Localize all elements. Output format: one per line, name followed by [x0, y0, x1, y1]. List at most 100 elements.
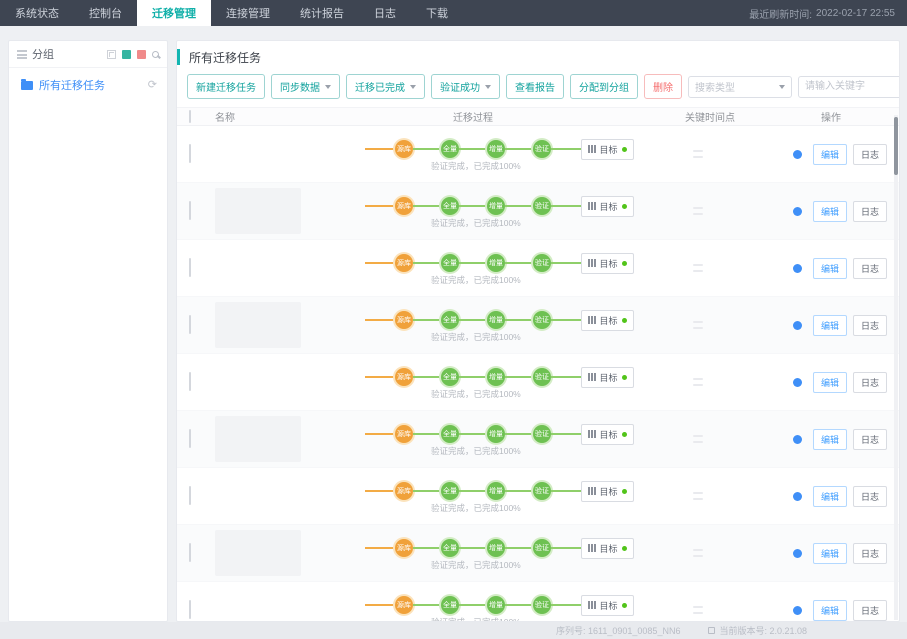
row-checkbox[interactable] [189, 144, 191, 163]
search-group-icon[interactable] [152, 50, 159, 58]
step-incremental[interactable]: 增量 [487, 482, 505, 500]
log-button[interactable]: 日志 [852, 485, 887, 507]
step-verify[interactable]: 验证 [533, 425, 551, 443]
step-verify[interactable]: 验证 [533, 482, 551, 500]
step-full[interactable]: 全量 [441, 197, 459, 215]
step-verify[interactable]: 验证 [533, 140, 551, 158]
row-checkbox[interactable] [189, 372, 191, 391]
delete-button[interactable]: 删除 [644, 74, 682, 99]
step-verify[interactable]: 验证 [533, 539, 551, 557]
refresh-icon[interactable]: ⟳ [148, 79, 157, 91]
info-icon[interactable] [793, 548, 802, 558]
nav-item-migration[interactable]: 迁移管理 [137, 0, 211, 26]
edit-button[interactable]: 编辑 [812, 257, 847, 279]
step-full[interactable]: 全量 [441, 482, 459, 500]
info-icon[interactable] [793, 434, 802, 444]
target-node[interactable]: 目标 [581, 423, 634, 445]
info-icon[interactable] [793, 320, 802, 330]
step-source[interactable]: 源库 [395, 539, 413, 557]
select-all-checkbox[interactable] [189, 110, 191, 123]
step-full[interactable]: 全量 [441, 254, 459, 272]
delete-group-icon[interactable] [137, 49, 146, 59]
view-report-button[interactable]: 查看报告 [506, 74, 564, 99]
edit-button[interactable]: 编辑 [812, 200, 847, 222]
log-button[interactable]: 日志 [852, 542, 887, 564]
step-source[interactable]: 源库 [395, 368, 413, 386]
info-icon[interactable] [793, 149, 802, 159]
step-incremental[interactable]: 增量 [487, 311, 505, 329]
row-checkbox[interactable] [189, 315, 191, 334]
step-source[interactable]: 源库 [395, 254, 413, 272]
step-incremental[interactable]: 增量 [487, 140, 505, 158]
target-node[interactable]: 目标 [581, 537, 634, 559]
step-full[interactable]: 全量 [441, 539, 459, 557]
log-button[interactable]: 日志 [852, 428, 887, 450]
view-grid-icon[interactable] [107, 49, 116, 59]
step-verify[interactable]: 验证 [533, 254, 551, 272]
step-source[interactable]: 源库 [395, 140, 413, 158]
row-checkbox[interactable] [189, 429, 191, 448]
nav-item-connections[interactable]: 连接管理 [211, 0, 285, 26]
assign-group-button[interactable]: 分配到分组 [570, 74, 638, 99]
edit-button[interactable]: 编辑 [812, 599, 847, 621]
edit-button[interactable]: 编辑 [812, 143, 847, 165]
step-incremental[interactable]: 增量 [487, 425, 505, 443]
edit-button[interactable]: 编辑 [812, 485, 847, 507]
info-icon[interactable] [793, 377, 802, 387]
nav-item-console[interactable]: 控制台 [74, 0, 137, 26]
edit-button[interactable]: 编辑 [812, 314, 847, 336]
sidebar-item-all-tasks[interactable]: 所有迁移任务 ⟳ [9, 68, 167, 93]
add-group-icon[interactable] [122, 49, 131, 59]
target-node[interactable]: 目标 [581, 309, 634, 331]
step-incremental[interactable]: 增量 [487, 596, 505, 614]
step-source[interactable]: 源库 [395, 197, 413, 215]
nav-item-reports[interactable]: 统计报告 [285, 0, 359, 26]
log-button[interactable]: 日志 [852, 200, 887, 222]
scrollbar-thumb[interactable] [894, 117, 898, 175]
info-icon[interactable] [793, 206, 802, 216]
nav-item-logs[interactable]: 日志 [359, 0, 411, 26]
filter-sync-data-dropdown[interactable]: 同步数据 [271, 74, 340, 99]
info-icon[interactable] [793, 263, 802, 273]
target-node[interactable]: 目标 [581, 480, 634, 502]
log-button[interactable]: 日志 [852, 314, 887, 336]
log-button[interactable]: 日志 [852, 599, 887, 621]
edit-button[interactable]: 编辑 [812, 428, 847, 450]
step-full[interactable]: 全量 [441, 596, 459, 614]
search-input[interactable] [798, 75, 899, 98]
scrollbar[interactable] [894, 115, 898, 620]
target-node[interactable]: 目标 [581, 252, 634, 274]
step-full[interactable]: 全量 [441, 368, 459, 386]
step-source[interactable]: 源库 [395, 425, 413, 443]
step-source[interactable]: 源库 [395, 482, 413, 500]
target-node[interactable]: 目标 [581, 366, 634, 388]
filter-migration-done-dropdown[interactable]: 迁移已完成 [346, 74, 425, 99]
nav-item-download[interactable]: 下载 [411, 0, 463, 26]
step-full[interactable]: 全量 [441, 140, 459, 158]
step-incremental[interactable]: 增量 [487, 368, 505, 386]
filter-verify-success-dropdown[interactable]: 验证成功 [431, 74, 500, 99]
row-checkbox[interactable] [189, 543, 191, 562]
row-checkbox[interactable] [189, 258, 191, 277]
nav-item-system-status[interactable]: 系统状态 [0, 0, 74, 26]
step-verify[interactable]: 验证 [533, 197, 551, 215]
new-task-button[interactable]: 新建迁移任务 [187, 74, 265, 99]
info-icon[interactable] [793, 605, 802, 615]
step-verify[interactable]: 验证 [533, 596, 551, 614]
edit-button[interactable]: 编辑 [812, 542, 847, 564]
log-button[interactable]: 日志 [852, 257, 887, 279]
info-icon[interactable] [793, 491, 802, 501]
log-button[interactable]: 日志 [852, 143, 887, 165]
edit-button[interactable]: 编辑 [812, 371, 847, 393]
log-button[interactable]: 日志 [852, 371, 887, 393]
target-node[interactable]: 目标 [581, 138, 634, 160]
row-checkbox[interactable] [189, 486, 191, 505]
step-incremental[interactable]: 增量 [487, 539, 505, 557]
row-checkbox[interactable] [189, 600, 191, 619]
step-incremental[interactable]: 增量 [487, 197, 505, 215]
target-node[interactable]: 目标 [581, 195, 634, 217]
search-type-select[interactable]: 搜索类型 [688, 75, 792, 98]
target-node[interactable]: 目标 [581, 594, 634, 616]
step-verify[interactable]: 验证 [533, 311, 551, 329]
row-checkbox[interactable] [189, 201, 191, 220]
